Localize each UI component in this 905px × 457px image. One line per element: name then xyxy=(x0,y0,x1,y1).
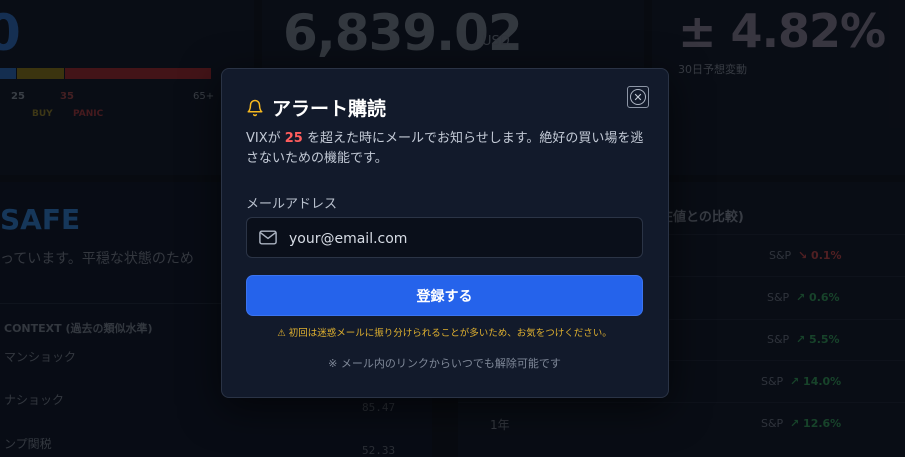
modal-header: アラート購読 xyxy=(246,94,386,121)
desc-suffix: を超えた時にメールでお知らせします。絶好の買い場を逃さないための機能です。 xyxy=(246,131,644,166)
desc-prefix: VIXが xyxy=(246,131,285,146)
modal-title: アラート購読 xyxy=(272,98,387,120)
vix-threshold: 25 xyxy=(284,131,303,146)
email-label: メールアドレス xyxy=(246,197,338,212)
email-field-wrapper xyxy=(246,217,643,259)
modal-description: VIXが 25 を超えた時にメールでお知らせします。絶好の買い場を逃さないための… xyxy=(246,129,646,169)
subscribe-button[interactable]: 登録する xyxy=(246,275,643,316)
bell-icon xyxy=(247,99,263,116)
close-icon: ✕ xyxy=(630,89,646,105)
email-input[interactable] xyxy=(287,218,631,259)
close-button[interactable]: ✕ xyxy=(627,86,649,108)
spam-warning: ⚠ 初回は迷惑メールに振り分けられることが多いため、お気をつけください。 xyxy=(277,328,612,339)
alert-subscribe-modal: ✕ アラート購読 VIXが 25 を超えた時にメールでお知らせします。絶好の買い… xyxy=(221,68,669,398)
mail-icon xyxy=(259,230,277,245)
unsubscribe-note: ※ メール内のリンクからいつでも解除可能です xyxy=(328,357,561,370)
